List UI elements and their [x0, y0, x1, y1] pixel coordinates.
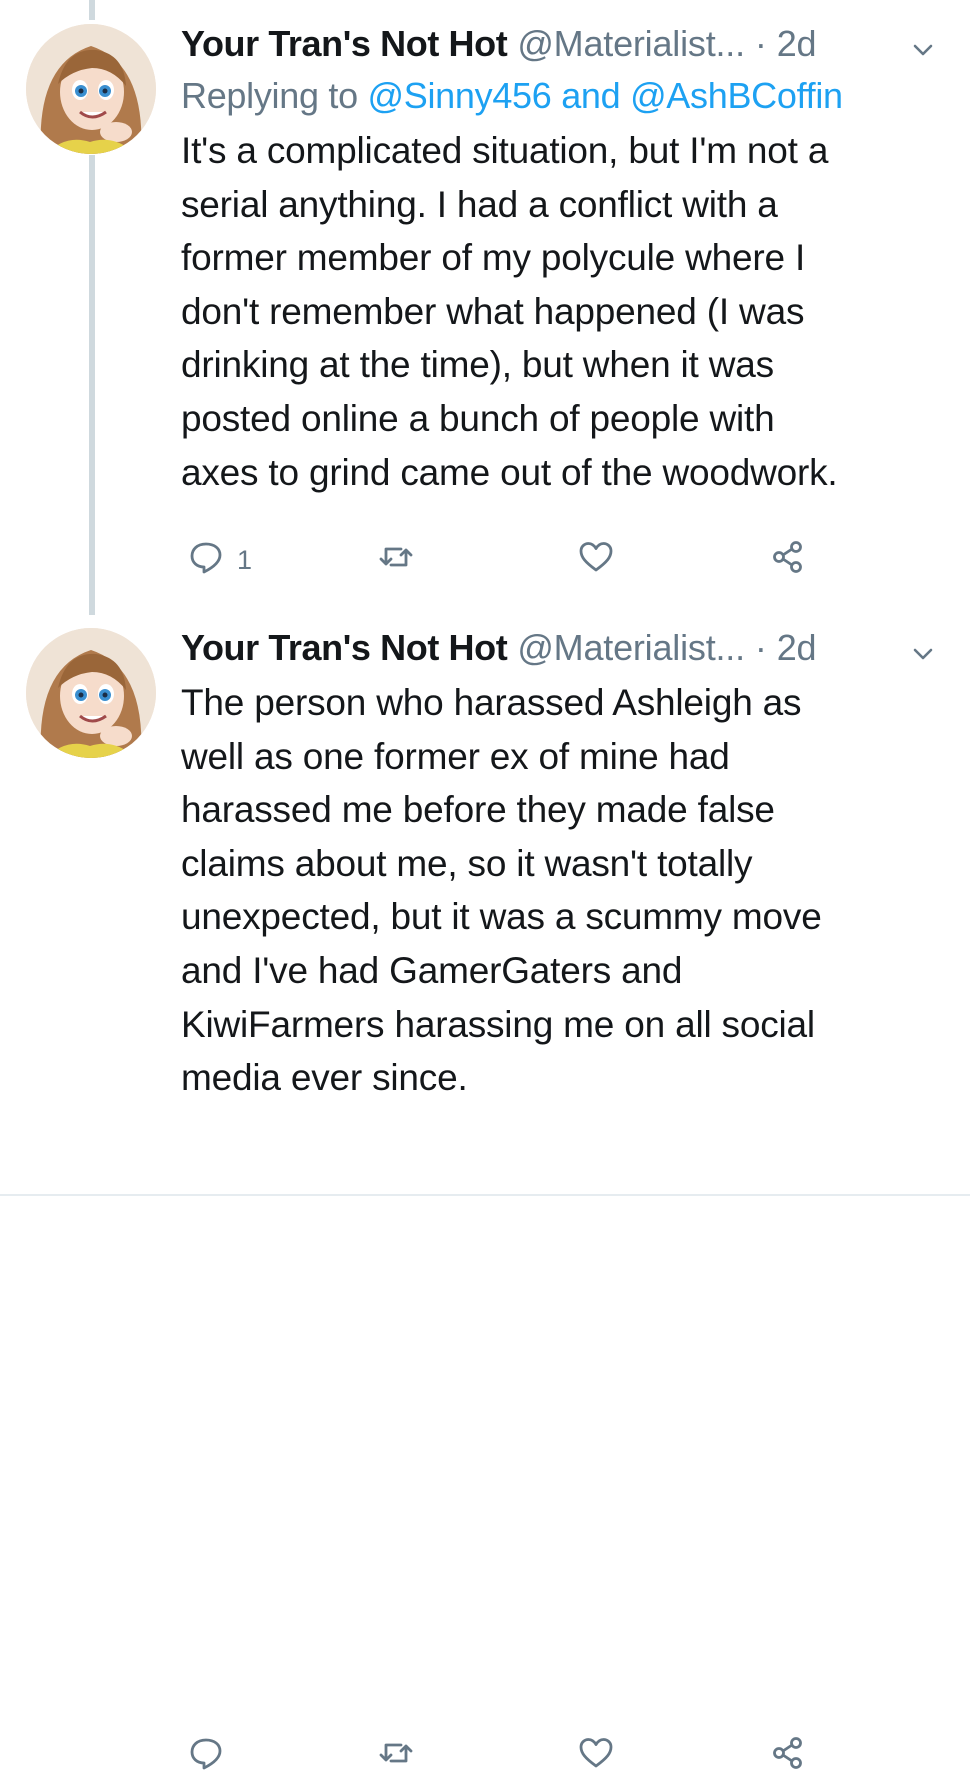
reply-button[interactable]: 1	[187, 538, 252, 581]
like-button[interactable]	[577, 538, 615, 581]
separator-dot: ·	[754, 627, 767, 668]
divider	[0, 1194, 970, 1196]
replying-to-label: Replying to	[181, 75, 358, 116]
tweet-text: It's a complicated situation, but I'm no…	[181, 130, 838, 493]
mention-and[interactable]: and	[561, 75, 620, 116]
avatar[interactable]	[26, 24, 156, 154]
retweet-button[interactable]	[377, 538, 415, 581]
display-name[interactable]: Your Tran's Not Hot	[181, 23, 508, 64]
chevron-down-icon[interactable]	[907, 632, 939, 664]
thread-connector-top	[89, 0, 95, 20]
chevron-down-icon[interactable]	[907, 28, 939, 60]
timestamp[interactable]: 2d	[777, 627, 817, 668]
username[interactable]: @Materialist...	[517, 627, 745, 668]
tweet-actions	[181, 1734, 841, 1778]
avatar[interactable]	[26, 628, 156, 758]
share-icon	[769, 1734, 807, 1777]
display-name[interactable]: Your Tran's Not Hot	[181, 627, 508, 668]
reply-count: 1	[237, 544, 253, 575]
replying-to: Replying to @Sinny456 and @AshBCoffin	[181, 70, 951, 122]
mention-link[interactable]: @Sinny456	[368, 75, 552, 116]
tweet-text: The person who harassed Ashleigh as well…	[181, 682, 822, 1099]
timestamp[interactable]: 2d	[777, 23, 817, 64]
mention-link[interactable]: @AshBCoffin	[630, 75, 843, 116]
share-button[interactable]	[769, 1734, 807, 1777]
heart-icon	[577, 1734, 615, 1777]
separator-dot: ·	[754, 23, 767, 64]
reply-icon	[187, 1734, 225, 1777]
reply-button[interactable]	[187, 1734, 237, 1777]
tweet-actions: 1	[181, 538, 841, 582]
retweet-button[interactable]	[377, 1734, 415, 1777]
username[interactable]: @Materialist...	[517, 23, 745, 64]
thread-connector	[89, 155, 95, 615]
share-icon	[769, 538, 807, 581]
heart-icon	[577, 538, 615, 581]
like-button[interactable]	[577, 1734, 615, 1777]
retweet-icon	[377, 1734, 415, 1777]
share-button[interactable]	[769, 538, 807, 581]
reply-icon	[187, 538, 225, 581]
retweet-icon	[377, 538, 415, 581]
